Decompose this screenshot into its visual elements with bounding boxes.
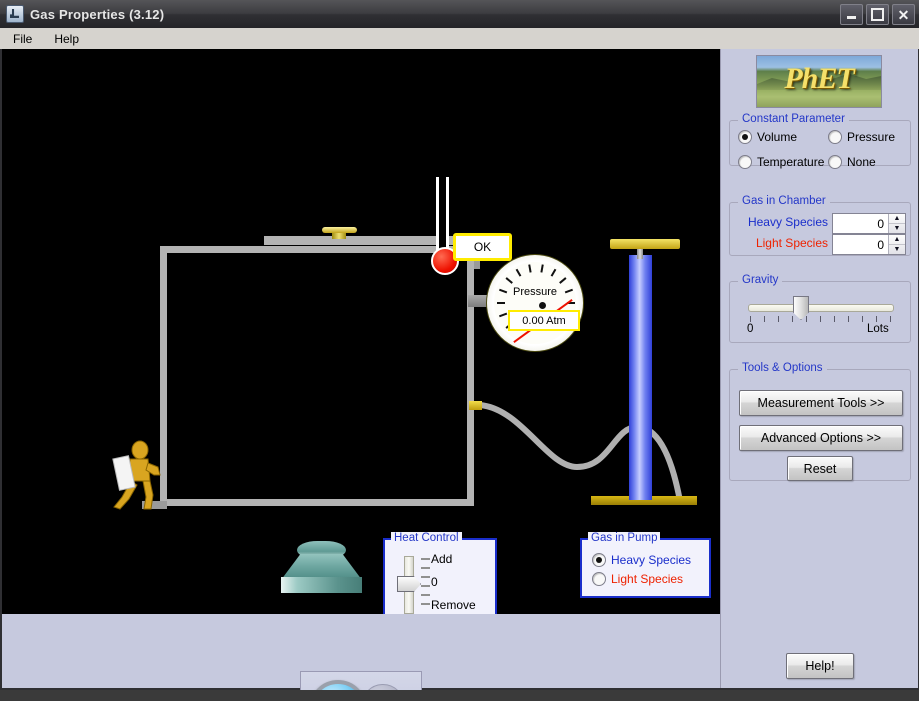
gas-in-pump-panel: Gas in Pump Heavy Species Light Species (580, 532, 711, 598)
control-panel: PhET Constant Parameter Volume Pressure … (720, 49, 918, 688)
heavy-species-spinner-arrows[interactable]: ▲ ▼ (888, 214, 905, 233)
help-button[interactable]: Help! (786, 653, 854, 679)
heat-label-zero: 0 (431, 575, 438, 589)
stage: OK Pressure 0.00 Atm Heat Control Add 0 … (0, 49, 919, 701)
gas-in-chamber-group: Gas in Chamber Heavy Species 0 ▲ ▼ Light… (729, 195, 911, 256)
radio-indicator (828, 130, 842, 144)
gravity-slider-track[interactable] (748, 304, 894, 312)
menu-item-help[interactable]: Help (45, 30, 88, 48)
spinner-up-icon[interactable]: ▲ (889, 214, 905, 224)
thermometer-readout: OK (453, 233, 512, 261)
heat-control-panel: Heat Control Add 0 Remove (383, 532, 497, 614)
radio-label: Light Species (611, 572, 684, 586)
gas-in-chamber-title: Gas in Chamber (738, 195, 830, 207)
menu-bar: File Help (0, 28, 919, 50)
gravity-min-label: 0 (747, 323, 754, 335)
application-window: Gas Properties (3.12) ✕ File Help OK Pre… (0, 0, 919, 701)
radio-indicator (738, 130, 752, 144)
radio-label: Pressure (847, 130, 896, 144)
radio-label: Volume (757, 130, 798, 144)
pressure-gauge-hub (539, 302, 546, 309)
pressure-gauge[interactable]: Pressure 0.00 Atm (486, 254, 584, 352)
radio-pump-heavy-species[interactable]: Heavy Species (592, 553, 691, 567)
radio-label: Heavy Species (611, 553, 692, 567)
spinner-down-icon[interactable]: ▼ (889, 224, 905, 233)
spinner-up-icon[interactable]: ▲ (889, 235, 905, 245)
thermometer-tube (436, 177, 449, 257)
heavy-species-value: 0 (877, 216, 884, 231)
container-hose-port (469, 401, 482, 410)
gas-container-box[interactable] (160, 246, 474, 506)
java-coffee-icon (6, 5, 24, 23)
pressure-gauge-face: Pressure 0.00 Atm (494, 262, 580, 344)
stove-base (281, 577, 362, 593)
simulation-canvas[interactable]: OK Pressure 0.00 Atm Heat Control Add 0 … (2, 49, 720, 614)
radio-constant-temperature[interactable]: Temperature (738, 155, 824, 169)
light-species-value: 0 (877, 237, 884, 252)
window-buttons: ✕ (840, 4, 915, 25)
constant-parameter-group: Constant Parameter Volume Pressure Tempe… (729, 113, 911, 169)
radio-constant-pressure[interactable]: Pressure (828, 130, 895, 144)
pressure-gauge-title: Pressure (512, 286, 558, 298)
playback-bar (2, 614, 720, 701)
radio-pump-light-species[interactable]: Light Species (592, 572, 683, 586)
minimize-icon[interactable] (840, 4, 863, 25)
pump-cylinder (629, 255, 652, 500)
maximize-icon[interactable] (866, 4, 889, 25)
radio-label: Temperature (757, 155, 825, 169)
tools-options-title: Tools & Options (738, 362, 827, 374)
radio-constant-none[interactable]: None (828, 155, 876, 169)
window-title: Gas Properties (3.12) (30, 6, 165, 22)
light-species-label: Light Species (755, 236, 828, 250)
constant-parameter-title: Constant Parameter (738, 113, 849, 125)
gravity-group: Gravity 0 Lots (729, 274, 911, 343)
close-icon[interactable]: ✕ (892, 4, 915, 25)
title-bar: Gas Properties (3.12) ✕ (0, 0, 919, 29)
heavy-species-label: Heavy Species (747, 215, 828, 229)
light-species-spinner[interactable]: 0 ▲ ▼ (832, 234, 906, 255)
heat-slider-thumb[interactable] (397, 576, 421, 592)
advanced-options-button[interactable]: Advanced Options >> (739, 425, 903, 451)
pump-handle[interactable] (610, 239, 680, 249)
heat-label-add: Add (431, 552, 453, 566)
pressure-gauge-readout: 0.00 Atm (508, 310, 580, 331)
spinner-down-icon[interactable]: ▼ (889, 245, 905, 254)
light-species-spinner-arrows[interactable]: ▲ ▼ (888, 235, 905, 254)
lid-handle-icon[interactable] (322, 227, 357, 233)
gas-in-pump-title: Gas in Pump (588, 532, 661, 544)
radio-indicator (828, 155, 842, 169)
heat-stove (281, 541, 362, 593)
phet-logo-text: PhET (784, 62, 854, 95)
wall-pusher-figure (110, 437, 162, 512)
heat-control-title: Heat Control (391, 532, 462, 544)
gravity-title: Gravity (738, 274, 783, 286)
radio-indicator (592, 572, 606, 586)
radio-label: None (847, 155, 876, 169)
heat-label-remove: Remove (431, 598, 476, 612)
radio-indicator (738, 155, 752, 169)
window-bottom-edge (0, 690, 919, 701)
gravity-max-label: Lots (867, 323, 889, 335)
menu-item-file[interactable]: File (4, 30, 41, 48)
phet-logo: PhET (756, 55, 882, 108)
measurement-tools-button[interactable]: Measurement Tools >> (739, 390, 903, 416)
radio-constant-volume[interactable]: Volume (738, 130, 797, 144)
reset-button[interactable]: Reset (787, 456, 853, 481)
radio-indicator (592, 553, 606, 567)
heavy-species-spinner[interactable]: 0 ▲ ▼ (832, 213, 906, 234)
